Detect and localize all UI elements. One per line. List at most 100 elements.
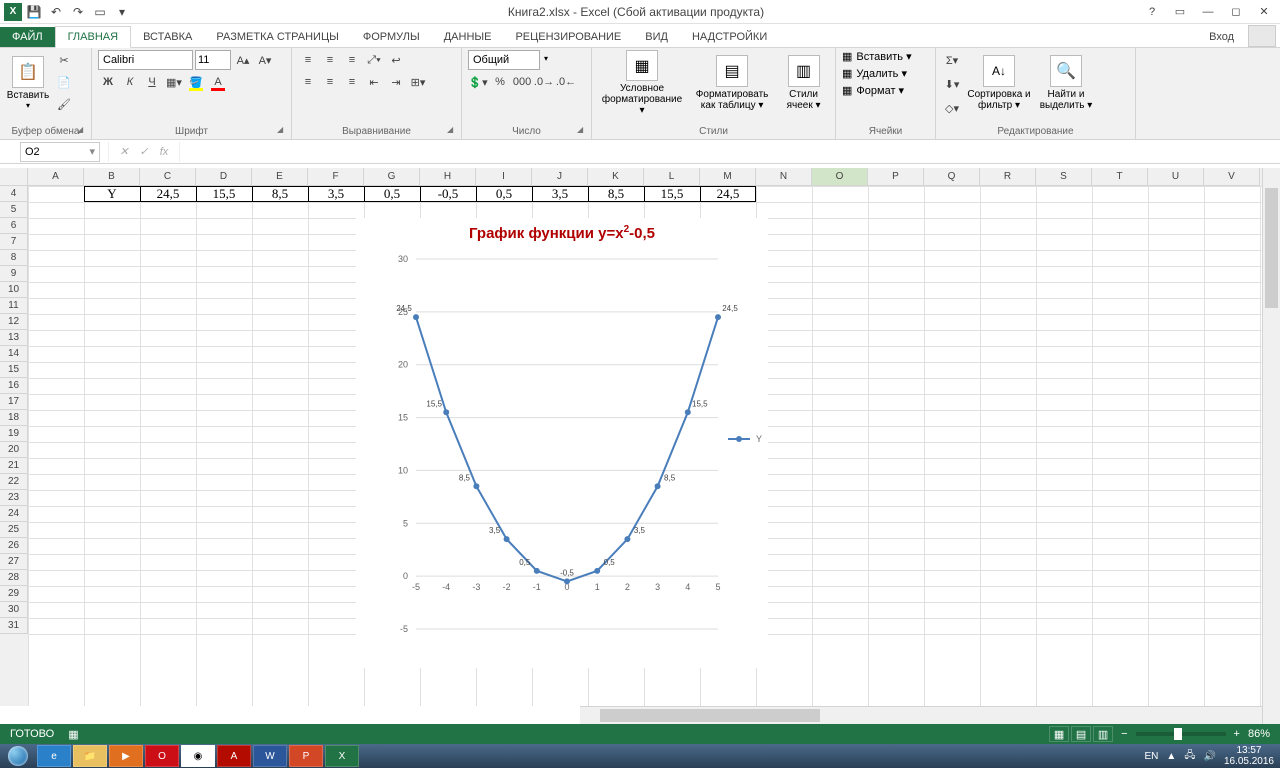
ribbon-tab-рецензирование[interactable]: РЕЦЕНЗИРОВАНИЕ <box>503 27 633 47</box>
italic-button[interactable]: К <box>120 72 140 92</box>
percent-button[interactable]: % <box>490 72 510 92</box>
clipboard-launcher[interactable]: ◢ <box>77 125 89 137</box>
taskbar-explorer[interactable]: 📁 <box>73 745 107 767</box>
row-header-22[interactable]: 22 <box>0 474 28 490</box>
taskbar-opera[interactable]: O <box>145 745 179 767</box>
bold-button[interactable]: Ж <box>98 72 118 92</box>
row-header-5[interactable]: 5 <box>0 202 28 218</box>
clear-button[interactable]: ◇▾ <box>942 98 962 118</box>
view-page-break[interactable]: ▥ <box>1093 726 1113 742</box>
view-page-layout[interactable]: ▤ <box>1071 726 1091 742</box>
copy-button[interactable]: 📄 <box>54 72 74 92</box>
row-header-21[interactable]: 21 <box>0 458 28 474</box>
number-launcher[interactable]: ◢ <box>577 125 589 137</box>
view-normal[interactable]: ▦ <box>1049 726 1069 742</box>
select-all-triangle[interactable] <box>0 168 28 186</box>
taskbar-ie[interactable]: e <box>37 745 71 767</box>
number-format-select[interactable] <box>468 50 540 70</box>
indent-inc[interactable]: ⇥ <box>386 72 406 92</box>
zoom-level[interactable]: 86% <box>1248 728 1270 740</box>
insert-cells-button[interactable]: ▦Вставить ▾ <box>842 50 912 63</box>
font-launcher[interactable]: ◢ <box>277 125 289 137</box>
col-header-J[interactable]: J <box>532 168 588 186</box>
comma-button[interactable]: 000 <box>512 72 532 92</box>
align-middle[interactable]: ≡ <box>320 50 340 70</box>
zoom-out-button[interactable]: − <box>1121 728 1127 740</box>
formula-input[interactable] <box>180 142 1280 162</box>
qat-redo[interactable]: ↷ <box>68 2 88 22</box>
cut-button[interactable]: ✂ <box>54 50 74 70</box>
taskbar-powerpoint[interactable]: P <box>289 745 323 767</box>
row-header-17[interactable]: 17 <box>0 394 28 410</box>
macro-record-icon[interactable]: ▦ <box>68 728 78 741</box>
font-size-select[interactable] <box>195 50 231 70</box>
align-top[interactable]: ≡ <box>298 50 318 70</box>
col-header-M[interactable]: M <box>700 168 756 186</box>
col-header-K[interactable]: K <box>588 168 644 186</box>
maximize-button[interactable]: ◻ <box>1224 2 1248 22</box>
zoom-in-button[interactable]: + <box>1234 728 1240 740</box>
format-cells-button[interactable]: ▦Формат ▾ <box>842 84 912 97</box>
ribbon-tab-вставка[interactable]: ВСТАВКА <box>131 27 204 47</box>
row-header-9[interactable]: 9 <box>0 266 28 282</box>
ribbon-tab-данные[interactable]: ДАННЫЕ <box>432 27 504 47</box>
col-header-Q[interactable]: Q <box>924 168 980 186</box>
start-button[interactable] <box>0 744 36 768</box>
ribbon-tab-файл[interactable]: ФАЙЛ <box>0 27 55 47</box>
row-header-19[interactable]: 19 <box>0 426 28 442</box>
col-header-G[interactable]: G <box>364 168 420 186</box>
align-bottom[interactable]: ≡ <box>342 50 362 70</box>
row-header-4[interactable]: 4 <box>0 186 28 202</box>
conditional-formatting-button[interactable]: ▦Условное форматирование ▾ <box>598 50 686 116</box>
col-header-F[interactable]: F <box>308 168 364 186</box>
underline-button[interactable]: Ч <box>142 72 162 92</box>
qat-undo[interactable]: ↶ <box>46 2 66 22</box>
align-left[interactable]: ≡ <box>298 72 318 92</box>
help-icon[interactable]: ? <box>1140 2 1164 22</box>
taskbar-chrome[interactable]: ◉ <box>181 745 215 767</box>
fx-icon[interactable]: fx <box>155 146 173 158</box>
wrap-text-button[interactable]: ↩ <box>386 50 406 70</box>
horizontal-scrollbar[interactable] <box>580 706 1262 724</box>
embedded-chart[interactable]: График функции y=x2-0,5 -5051015202530-5… <box>356 218 768 668</box>
vertical-scrollbar[interactable] <box>1262 168 1280 724</box>
row-header-25[interactable]: 25 <box>0 522 28 538</box>
indent-dec[interactable]: ⇤ <box>364 72 384 92</box>
tray-clock[interactable]: 13:57 16.05.2016 <box>1224 745 1274 767</box>
row-header-11[interactable]: 11 <box>0 298 28 314</box>
font-name-select[interactable] <box>98 50 193 70</box>
ribbon-tab-главная[interactable]: ГЛАВНАЯ <box>55 26 131 48</box>
col-header-D[interactable]: D <box>196 168 252 186</box>
dec-decimal[interactable]: .0← <box>556 72 576 92</box>
row-header-12[interactable]: 12 <box>0 314 28 330</box>
col-header-N[interactable]: N <box>756 168 812 186</box>
col-header-E[interactable]: E <box>252 168 308 186</box>
row-header-24[interactable]: 24 <box>0 506 28 522</box>
taskbar-media[interactable]: ▶ <box>109 745 143 767</box>
tray-lang[interactable]: EN <box>1145 751 1159 762</box>
taskbar-excel[interactable]: X <box>325 745 359 767</box>
user-avatar[interactable] <box>1248 25 1276 47</box>
qat-customize[interactable]: ▾ <box>112 2 132 22</box>
minimize-button[interactable]: — <box>1196 2 1220 22</box>
paste-button[interactable]: 📋Вставить▾ <box>6 50 50 116</box>
row-header-28[interactable]: 28 <box>0 570 28 586</box>
fill-button[interactable]: ⬇▾ <box>942 74 962 94</box>
col-header-I[interactable]: I <box>476 168 532 186</box>
col-header-T[interactable]: T <box>1092 168 1148 186</box>
tray-volume-icon[interactable]: 🔊 <box>1203 751 1215 762</box>
col-header-L[interactable]: L <box>644 168 700 186</box>
col-header-P[interactable]: P <box>868 168 924 186</box>
ribbon-options-icon[interactable]: ▭ <box>1168 2 1192 22</box>
border-button[interactable]: ▦▾ <box>164 72 184 92</box>
align-launcher[interactable]: ◢ <box>447 125 459 137</box>
align-center[interactable]: ≡ <box>320 72 340 92</box>
format-painter-button[interactable]: 🖌 <box>54 94 74 114</box>
inc-decimal[interactable]: .0→ <box>534 72 554 92</box>
tray-network-icon[interactable]: 🖧 <box>1184 748 1195 765</box>
row-header-20[interactable]: 20 <box>0 442 28 458</box>
col-header-A[interactable]: A <box>28 168 84 186</box>
taskbar-acrobat[interactable]: A <box>217 745 251 767</box>
row-header-27[interactable]: 27 <box>0 554 28 570</box>
accept-formula-icon[interactable]: ✓ <box>135 145 153 158</box>
